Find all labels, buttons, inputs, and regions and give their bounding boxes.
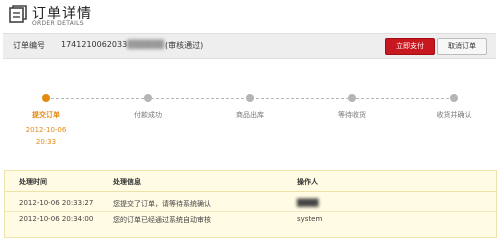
- step-dot-awaiting: [348, 94, 356, 102]
- order-progress: 提交订单 付款成功 商品出库 等待收货 收货并确认 2012-10-06 20:…: [0, 90, 500, 150]
- step-label-confirm: 收货并确认: [436, 111, 472, 119]
- step-label-paid: 付款成功: [134, 111, 162, 119]
- step-dot-submit: [42, 94, 50, 102]
- order-number-redacted: ██████: [127, 40, 165, 49]
- log-header-info: 处理信息: [113, 178, 141, 186]
- document-icon: [9, 5, 27, 23]
- table-row: 2012-10-06 20:34:00 您的订单已经通过系统自动审核 syste…: [5, 211, 496, 227]
- log-info: 您提交了订单，请等待系统确认: [113, 200, 211, 208]
- log-header-operator: 操作人: [297, 178, 318, 186]
- log-operator: system: [297, 215, 323, 223]
- log-header-time: 处理时间: [19, 178, 47, 186]
- page-header: 订单详情 ORDER DETAILS: [0, 0, 500, 32]
- step-time-submit: 2012-10-06 20:33: [26, 124, 67, 148]
- order-number: 1741210062033██████: [61, 40, 164, 49]
- log-operator: ████: [297, 199, 319, 207]
- order-status: (审核通过): [165, 41, 204, 50]
- order-number-label: 订单编号: [13, 41, 45, 50]
- step-time-date: 2012-10-06: [25, 126, 67, 134]
- step-label-shipped: 商品出库: [236, 111, 264, 119]
- page-subtitle: ORDER DETAILS: [32, 20, 84, 27]
- order-log-table: 处理时间 处理信息 操作人 2012-10-06 20:33:27 您提交了订单…: [4, 170, 497, 238]
- order-bar: 订单编号 1741210062033██████ (审核通过) 立即支付 取消订…: [3, 33, 496, 59]
- log-info: 您的订单已经通过系统自动审核: [113, 216, 211, 224]
- step-label-awaiting: 等待收货: [338, 111, 366, 119]
- step-label-submit: 提交订单: [32, 111, 60, 119]
- log-time: 2012-10-06 20:33:27: [19, 199, 94, 207]
- log-header-row: 处理时间 处理信息 操作人: [5, 171, 496, 192]
- step-time-clock: 20:33: [35, 138, 57, 146]
- log-time: 2012-10-06 20:34:00: [19, 215, 94, 223]
- step-dot-confirm: [450, 94, 458, 102]
- table-row: 2012-10-06 20:33:27 您提交了订单，请等待系统确认 ████: [5, 195, 496, 212]
- step-dot-paid: [144, 94, 152, 102]
- order-number-visible: 1741210062033: [61, 40, 128, 49]
- pay-now-button[interactable]: 立即支付: [385, 38, 435, 55]
- cancel-order-button[interactable]: 取消订单: [437, 38, 487, 55]
- step-dot-shipped: [246, 94, 254, 102]
